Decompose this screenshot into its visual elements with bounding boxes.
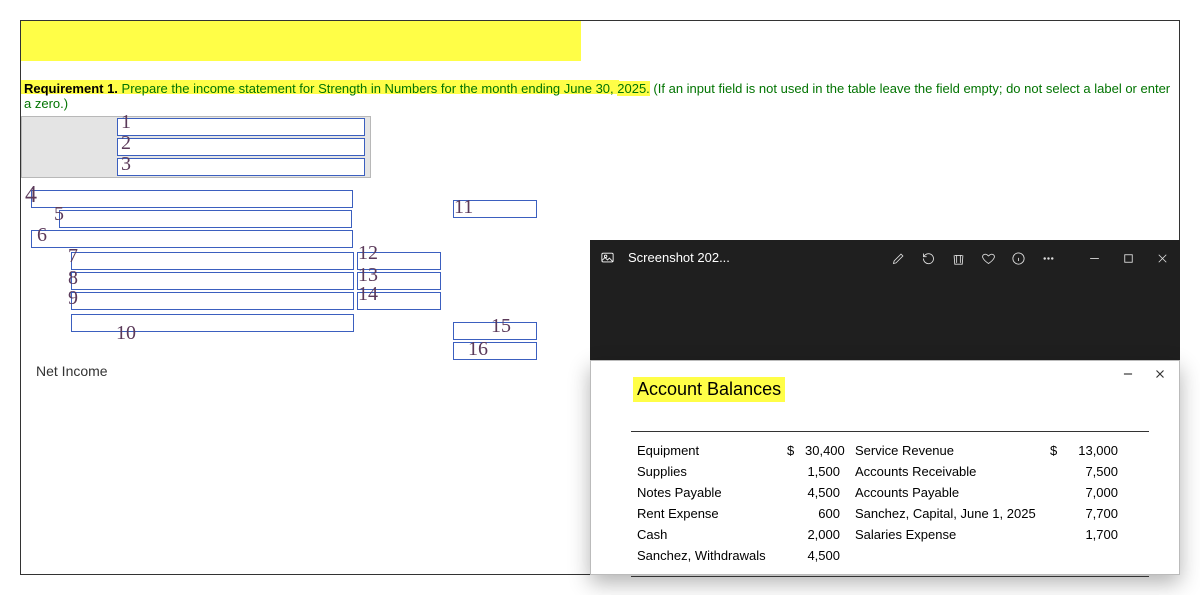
close-icon[interactable] xyxy=(1154,250,1170,266)
net-income-label: Net Income xyxy=(36,363,108,379)
row-6-label[interactable] xyxy=(31,230,353,248)
window-buttons xyxy=(1086,246,1170,266)
right-amount: 13,000 xyxy=(1068,443,1118,458)
left-amount: 2,000 xyxy=(805,527,855,542)
row-7-amt[interactable] xyxy=(357,252,441,270)
popup-close-icon[interactable] xyxy=(1153,367,1167,384)
row-5-amt-r[interactable] xyxy=(453,200,537,218)
right-account: Sanchez, Capital, June 1, 2025 xyxy=(855,506,1050,521)
right-amount: 1,700 xyxy=(1068,527,1118,542)
viewer-title: Screenshot 202... xyxy=(600,246,890,265)
viewer-tools xyxy=(890,246,1056,266)
left-account: Rent Expense xyxy=(637,506,787,521)
table-row: Supplies 1,500Accounts Receivable 7,500 xyxy=(637,461,1143,482)
net-income-amt[interactable] xyxy=(453,342,537,360)
right-currency: $ xyxy=(1050,443,1068,458)
left-amount: 30,400 xyxy=(805,443,855,458)
right-currency xyxy=(1050,548,1068,563)
row-8-label[interactable] xyxy=(71,272,354,290)
left-currency: $ xyxy=(787,443,805,458)
account-balances-popup: Account Balances Equipment$30,400Service… xyxy=(590,360,1180,575)
row-5-label[interactable] xyxy=(59,210,352,228)
right-currency xyxy=(1050,485,1068,500)
left-currency xyxy=(787,506,805,521)
delete-icon[interactable] xyxy=(950,250,966,266)
image-viewer-bar: Screenshot 202... xyxy=(590,240,1180,372)
left-currency xyxy=(787,464,805,479)
left-account: Sanchez, Withdrawals xyxy=(637,548,787,563)
right-amount: 7,700 xyxy=(1068,506,1118,521)
table-row: Notes Payable 4,500Accounts Payable 7,000 xyxy=(637,482,1143,503)
info-icon[interactable] xyxy=(1010,250,1026,266)
heart-icon[interactable] xyxy=(980,250,996,266)
right-amount: 7,000 xyxy=(1068,485,1118,500)
row-8-amt[interactable] xyxy=(357,272,441,290)
left-amount: 4,500 xyxy=(805,485,855,500)
requirement-year: 2025. xyxy=(617,81,650,96)
left-account: Supplies xyxy=(637,464,787,479)
right-account: Service Revenue xyxy=(855,443,1050,458)
requirement-text: Prepare the income statement for Strengt… xyxy=(118,81,617,96)
left-amount: 1,500 xyxy=(805,464,855,479)
row-7-label[interactable] xyxy=(71,252,354,270)
left-amount: 4,500 xyxy=(805,548,855,563)
left-currency xyxy=(787,485,805,500)
table-row: Sanchez, Withdrawals 4,500 xyxy=(637,545,1143,566)
header-input-3[interactable] xyxy=(117,158,365,176)
row-9-label[interactable] xyxy=(71,292,354,310)
right-currency xyxy=(1050,506,1068,521)
row-9-amt[interactable] xyxy=(357,292,441,310)
requirement-label: Requirement 1. xyxy=(24,81,118,96)
right-amount: 7,500 xyxy=(1068,464,1118,479)
row-4-label[interactable] xyxy=(31,190,353,208)
left-account: Equipment xyxy=(637,443,787,458)
left-currency xyxy=(787,548,805,563)
minimize-icon[interactable] xyxy=(1086,250,1102,266)
right-currency xyxy=(1050,464,1068,479)
requirement-line: Requirement 1. Prepare the income statem… xyxy=(21,81,1179,111)
total-expenses-amt[interactable] xyxy=(453,322,537,340)
left-amount: 600 xyxy=(805,506,855,521)
maximize-icon[interactable] xyxy=(1120,250,1136,266)
left-account: Cash xyxy=(637,527,787,542)
rotate-icon[interactable] xyxy=(920,250,936,266)
popup-title: Account Balances xyxy=(633,377,785,402)
table-row: Cash 2,000Salaries Expense 1,700 xyxy=(637,524,1143,545)
photo-app-icon xyxy=(600,250,615,268)
row-10-label[interactable] xyxy=(71,314,354,332)
right-account: Accounts Receivable xyxy=(855,464,1050,479)
balances-table: Equipment$30,400Service Revenue$13,000Su… xyxy=(631,431,1149,577)
right-account xyxy=(855,548,1050,563)
left-account: Notes Payable xyxy=(637,485,787,500)
table-row: Equipment$30,400Service Revenue$13,000 xyxy=(637,440,1143,461)
right-amount xyxy=(1068,548,1118,563)
table-row: Rent Expense 600Sanchez, Capital, June 1,… xyxy=(637,503,1143,524)
edit-icon[interactable] xyxy=(890,250,906,266)
left-currency xyxy=(787,527,805,542)
right-currency xyxy=(1050,527,1068,542)
right-account: Accounts Payable xyxy=(855,485,1050,500)
highlight-bar xyxy=(21,21,581,61)
popup-minimize-icon[interactable] xyxy=(1121,367,1135,384)
header-input-1[interactable] xyxy=(117,118,365,136)
header-input-2[interactable] xyxy=(117,138,365,156)
right-account: Salaries Expense xyxy=(855,527,1050,542)
more-icon[interactable] xyxy=(1040,250,1056,266)
